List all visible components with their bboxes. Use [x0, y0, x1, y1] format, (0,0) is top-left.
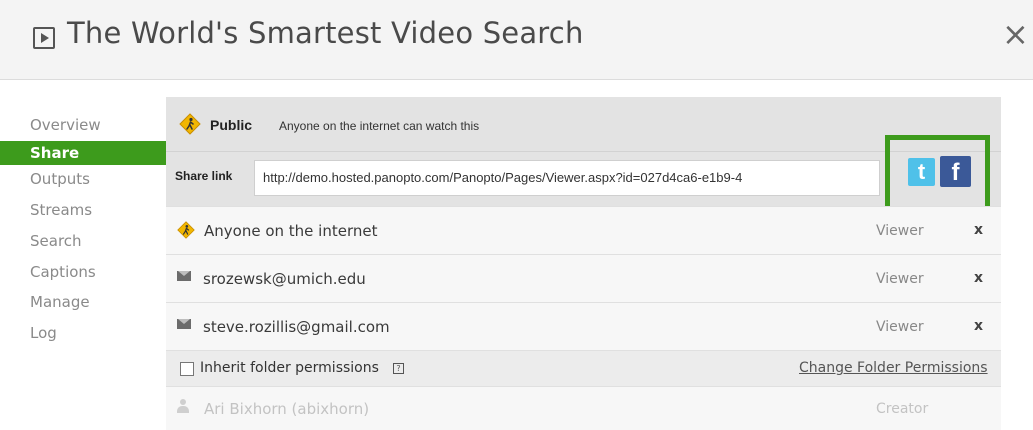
- remove-permission-button[interactable]: x: [974, 222, 983, 238]
- permission-name: Anyone on the internet: [204, 222, 378, 240]
- sidebar-item-overview[interactable]: Overview: [0, 110, 166, 141]
- sidebar-item-streams[interactable]: Streams: [0, 196, 166, 225]
- permission-name: srozewsk@umich.edu: [203, 270, 366, 288]
- permission-role[interactable]: Viewer: [876, 223, 924, 239]
- remove-permission-button[interactable]: x: [974, 318, 983, 334]
- share-link-row: Share link http://demo.hosted.panopto.co…: [166, 135, 1001, 215]
- inherit-permissions-label: Inherit folder permissions: [200, 360, 379, 376]
- creator-name: Ari Bixhorn (abixhorn): [204, 400, 370, 418]
- envelope-icon: [177, 269, 191, 281]
- permission-row: Anyone on the internet Viewer x: [166, 206, 1001, 254]
- remove-permission-button[interactable]: x: [974, 270, 983, 286]
- permission-role[interactable]: Viewer: [876, 319, 924, 335]
- pedestrian-sign-icon: [179, 113, 201, 135]
- sidebar-item-log[interactable]: Log: [0, 318, 166, 349]
- sidebar-item-captions[interactable]: Captions: [0, 258, 166, 287]
- dialog-header: The World's Smartest Video Search ×: [0, 0, 1033, 80]
- person-icon: [177, 399, 189, 413]
- permission-row: srozewsk@umich.edu Viewer x: [166, 254, 1001, 302]
- permission-name: steve.rozillis@gmail.com: [203, 318, 390, 336]
- close-icon[interactable]: ×: [1002, 18, 1029, 50]
- inherit-permissions-row: Inherit folder permissions ? Change Fold…: [166, 350, 1001, 386]
- permission-role[interactable]: Viewer: [876, 271, 924, 287]
- sidebar-item-manage[interactable]: Manage: [0, 287, 166, 318]
- play-box-icon: [33, 27, 55, 49]
- envelope-icon: [177, 317, 191, 329]
- share-link-label: Share link: [175, 169, 233, 183]
- help-icon[interactable]: ?: [393, 363, 404, 374]
- visibility-row: Public Anyone on the internet can watch …: [166, 97, 1001, 151]
- page-title: The World's Smartest Video Search: [67, 16, 584, 50]
- visibility-label: Public: [210, 117, 253, 133]
- visibility-description: Anyone on the internet can watch this: [279, 119, 480, 133]
- share-link-field[interactable]: http://demo.hosted.panopto.com/Panopto/P…: [254, 160, 880, 196]
- sidebar-item-outputs[interactable]: Outputs: [0, 165, 166, 196]
- facebook-share-button[interactable]: f: [940, 156, 971, 187]
- change-folder-permissions-link[interactable]: Change Folder Permissions: [799, 360, 988, 376]
- sidebar-item-share[interactable]: Share: [0, 141, 166, 165]
- sidebar-item-search[interactable]: Search: [0, 225, 166, 258]
- inherit-permissions-checkbox[interactable]: [180, 362, 194, 376]
- twitter-share-button[interactable]: t: [908, 158, 935, 186]
- creator-role: Creator: [876, 401, 929, 417]
- permission-row: steve.rozillis@gmail.com Viewer x: [166, 302, 1001, 350]
- sidebar-nav: Overview Share Outputs Streams Search Ca…: [0, 110, 166, 349]
- social-share-highlight: t f: [885, 135, 990, 215]
- pedestrian-sign-icon: [177, 221, 195, 239]
- creator-row: Ari Bixhorn (abixhorn) Creator: [166, 386, 1001, 430]
